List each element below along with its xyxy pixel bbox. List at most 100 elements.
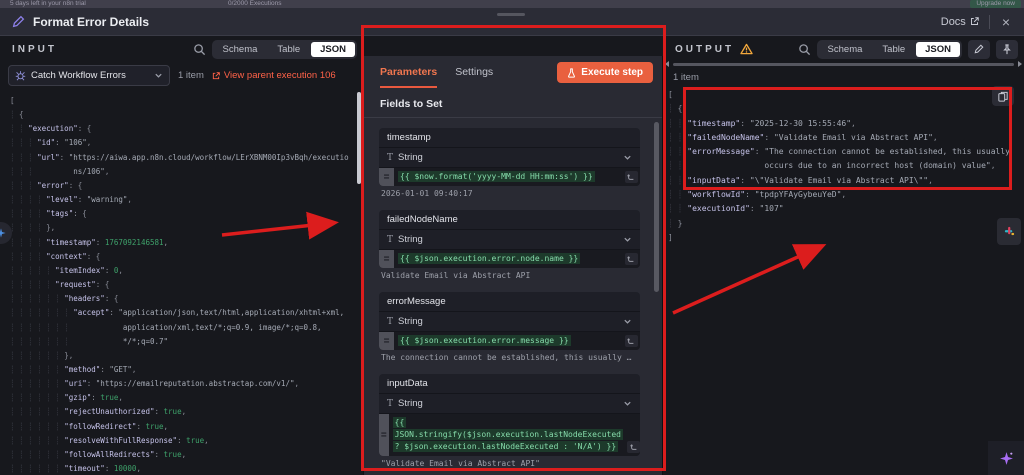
input-json-view[interactable]: [┊ {┊ ┊ "execution": {┊ ┊ ┊ "id": "106",…: [0, 89, 363, 474]
expression-mode-toggle[interactable]: =: [379, 414, 389, 456]
tab-json[interactable]: JSON: [916, 41, 960, 57]
field-type-select[interactable]: T String: [379, 312, 640, 332]
tab-table[interactable]: Table: [873, 42, 914, 57]
upgrade-button[interactable]: Upgrade now: [970, 0, 1021, 8]
open-expression-editor-button[interactable]: [624, 171, 638, 183]
scroll-left-arrow[interactable]: [665, 61, 669, 67]
output-horizontal-scrollbar[interactable]: [665, 61, 1022, 67]
field-expression-input[interactable]: {{ $now.format('yyyy-MM-dd HH:mm:ss') }}: [394, 168, 622, 186]
type-string-icon: T: [387, 398, 394, 409]
expression-text: {{ JSON.stringify($json.execution.lastNo…: [392, 417, 623, 452]
field-type-select[interactable]: T String: [379, 148, 640, 168]
warning-triangle-icon: [740, 43, 753, 55]
field-type-select[interactable]: T String: [379, 230, 640, 250]
field-block: failedNodeName T String = {{ $json.execu…: [379, 210, 640, 280]
input-item-count: 1 item: [178, 70, 204, 81]
expression-text: {{ $json.execution.error.node.name }}: [398, 253, 581, 264]
json-line: ┊ ┊ "inputData": "\"Validate Email via A…: [668, 175, 933, 185]
input-scrollbar[interactable]: [357, 92, 361, 184]
json-line: ┊ ┊ ┊ "id": "106",: [10, 138, 92, 148]
docs-label: Docs: [940, 15, 966, 28]
ai-assistant-button[interactable]: [988, 441, 1024, 475]
chevron-down-icon: [624, 237, 631, 242]
expression-mode-toggle[interactable]: =: [379, 250, 394, 268]
chevron-down-icon: [155, 73, 162, 78]
output-json-view[interactable]: [┊ {┊ ┊ "timestamp": "2025-12-30 15:55:4…: [663, 83, 1024, 474]
json-line: ┊ ┊ ┊ "url": "https://aiwa.app.n8n.cloud…: [10, 152, 349, 162]
pin-data-button[interactable]: [996, 39, 1018, 59]
tab-settings[interactable]: Settings: [455, 56, 493, 88]
field-expression-input[interactable]: {{ $json.execution.error.message }}: [394, 332, 622, 350]
search-icon[interactable]: [798, 43, 811, 56]
expression-mode-toggle[interactable]: =: [379, 168, 394, 186]
input-label: INPUT: [12, 43, 57, 55]
type-string-icon: T: [387, 234, 394, 245]
json-line: ┊ ┊ ┊ ┊ ┊ ┊ "headers": {: [10, 294, 119, 304]
json-line: ┊ ┊ "workflowId": "tpdpYFAyGybeuYeD",: [668, 190, 847, 200]
close-icon[interactable]: ×: [1000, 14, 1012, 30]
edit-pencil-icon[interactable]: [12, 15, 25, 28]
execute-step-button[interactable]: Execute step: [557, 62, 653, 83]
view-parent-execution-link[interactable]: View parent execution 106: [212, 70, 336, 81]
expand-expression-icon: [627, 174, 634, 180]
json-line: ┊ ┊ "executionId": "107": [668, 204, 784, 214]
field-type-select[interactable]: T String: [379, 394, 640, 414]
execute-step-label: Execute step: [581, 67, 643, 78]
tab-table[interactable]: Table: [268, 42, 309, 57]
chevron-down-icon: [624, 319, 631, 324]
json-line: ┊ ┊ "failedNodeName": "Validate Email vi…: [668, 132, 938, 142]
open-expression-editor-button[interactable]: [624, 335, 638, 347]
json-line: ┊ ┊ ┊ ┊ ┊ ┊ "followRedirect": true,: [10, 421, 169, 431]
field-block: timestamp T String = {{ $now.format('yyy…: [379, 128, 640, 198]
panel-drag-handle[interactable]: [497, 13, 525, 16]
json-line: ┊ ┊ ┊ ┊ ┊ ┊ "timeout": 10000,: [10, 464, 141, 474]
open-expression-editor-button[interactable]: [624, 253, 638, 265]
node-detail-view: 5 days left in your n8n trial 0/2000 Exe…: [0, 0, 1024, 475]
field-name-input[interactable]: inputData: [379, 374, 640, 394]
json-line: ┊ {: [668, 104, 683, 114]
expression-mode-toggle[interactable]: =: [379, 332, 394, 350]
json-line: ┊ ┊ ┊ ┊ ┊ ┊ "rejectUnauthorized": true,: [10, 407, 187, 417]
field-name-input[interactable]: errorMessage: [379, 292, 640, 312]
tab-json[interactable]: JSON: [311, 41, 355, 57]
field-expression-row: = {{ JSON.stringify($json.execution.last…: [379, 414, 640, 456]
json-line: ┊ ┊ occurs due to an incorrect host (dom…: [668, 161, 996, 171]
edit-output-button[interactable]: [968, 39, 990, 59]
scroll-thumb[interactable]: [673, 63, 1014, 66]
sparkle-blue-icon: [0, 228, 6, 238]
field-block: inputData T String = {{ JSON.stringify($…: [379, 374, 640, 468]
json-line: ┊ ┊ ┊ ┊ "context": {: [10, 251, 101, 261]
params-scrollbar[interactable]: [654, 122, 659, 292]
field-expression-input[interactable]: {{ $json.execution.error.node.name }}: [394, 250, 622, 268]
json-line: ┊ ┊ ┊ ┊ ┊ ┊ "uri": "https://emailreputat…: [10, 379, 299, 389]
field-expression-row: = {{ $now.format('yyyy-MM-dd HH:mm:ss') …: [379, 168, 640, 186]
external-link-icon: [212, 71, 220, 79]
json-line: ┊ ┊ ┊ ┊ ┊ ┊ ┊ "accept": "application/jso…: [10, 308, 345, 318]
json-line: ┊ ┊ ┊ ┊ ┊ ┊ ┊ */*;q=0.7": [10, 336, 169, 346]
json-line: ┊ ┊ ┊ "error": {: [10, 180, 83, 190]
json-line: ┊ ┊ ┊ ns/106",: [10, 166, 110, 176]
field-expression-input[interactable]: {{ JSON.stringify($json.execution.lastNo…: [389, 414, 627, 456]
json-line: ┊ ┊ ┊ ┊ ┊ ┊ "resolveWithFullResponse": t…: [10, 435, 209, 445]
field-name-input[interactable]: timestamp: [379, 128, 640, 148]
input-source-value: Catch Workflow Errors: [31, 70, 126, 81]
tab-parameters[interactable]: Parameters: [380, 56, 438, 88]
json-line: ┊ ┊ "timestamp": "2025-12-30 15:55:46",: [668, 118, 856, 128]
field-expression-row: = {{ $json.execution.error.node.name }}: [379, 250, 640, 268]
field-result-preview: "Validate Email via Abstract API": [381, 459, 540, 468]
scroll-right-arrow[interactable]: [1018, 61, 1022, 67]
tab-schema[interactable]: Schema: [214, 42, 267, 57]
search-icon[interactable]: [193, 43, 206, 56]
docs-link[interactable]: Docs: [941, 16, 979, 28]
output-panel: OUTPUT Schema Table JSON 1 item [┊ {┊ …: [663, 36, 1024, 474]
copy-output-button[interactable]: [992, 86, 1014, 106]
node-title: Format Error Details: [33, 14, 150, 29]
chevron-down-icon: [624, 401, 631, 406]
input-panel: INPUT Schema Table JSON Catch Workflow Err…: [0, 36, 363, 474]
input-source-select[interactable]: Catch Workflow Errors: [8, 65, 170, 86]
open-expression-editor-button[interactable]: [627, 441, 640, 453]
params-tabs: Parameters Settings Execute step: [364, 56, 662, 88]
tab-schema[interactable]: Schema: [819, 42, 872, 57]
field-name-input[interactable]: failedNodeName: [379, 210, 640, 230]
pin-icon: [1003, 43, 1011, 54]
